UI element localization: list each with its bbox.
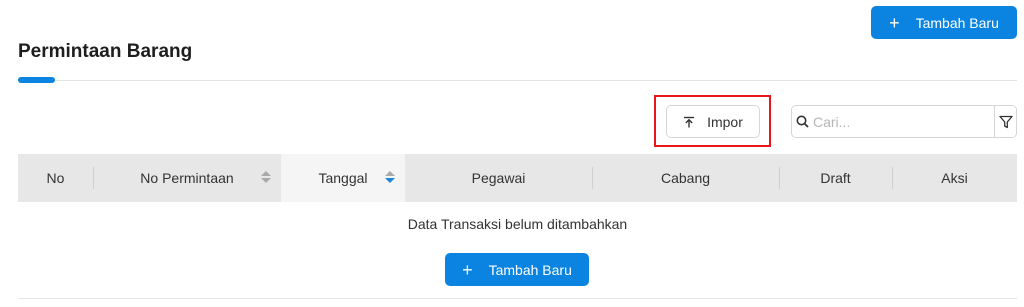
- column-separator: [779, 167, 780, 189]
- search-box: [791, 105, 1017, 138]
- sort-icon: [261, 171, 271, 183]
- column-label: No: [46, 170, 65, 186]
- empty-state-message: Data Transaksi belum ditambahkan: [407, 216, 628, 232]
- filter-icon: [998, 115, 1013, 128]
- import-label: Impor: [707, 113, 743, 130]
- column-header-tanggal[interactable]: Tanggal: [281, 154, 405, 202]
- table-header: No No Permintaan Tanggal Pegawai Cabang …: [18, 154, 1017, 202]
- title-underline: [18, 77, 55, 83]
- column-header-draft: Draft: [779, 154, 892, 202]
- column-label: Tanggal: [318, 170, 368, 186]
- column-label: Pegawai: [471, 170, 526, 186]
- bottom-divider: [18, 298, 1017, 299]
- column-header-pegawai: Pegawai: [405, 154, 592, 202]
- page-title: Permintaan Barang: [18, 41, 193, 62]
- add-new-label: Tambah Baru: [488, 261, 572, 278]
- column-label: Draft: [820, 170, 851, 186]
- column-separator: [892, 167, 893, 189]
- column-header-cabang: Cabang: [592, 154, 779, 202]
- search-icon: [792, 106, 813, 137]
- column-separator: [592, 167, 593, 189]
- import-button[interactable]: Impor: [666, 105, 760, 138]
- empty-add-new-button[interactable]: + Tambah Baru: [445, 253, 589, 286]
- column-label: Cabang: [660, 170, 711, 186]
- column-header-no-permintaan[interactable]: No Permintaan: [93, 154, 281, 202]
- column-header-aksi: Aksi: [892, 154, 1017, 202]
- column-header-no: No: [18, 154, 93, 202]
- add-new-label: Tambah Baru: [915, 14, 999, 31]
- column-label: Aksi: [941, 170, 968, 186]
- sort-desc-icon: [385, 171, 395, 183]
- plus-icon: +: [889, 12, 900, 33]
- filter-button[interactable]: [994, 106, 1016, 137]
- add-new-button[interactable]: + Tambah Baru: [871, 6, 1017, 39]
- title-divider: [18, 80, 1017, 81]
- column-separator: [93, 167, 94, 189]
- search-input[interactable]: [813, 106, 994, 137]
- data-table: No No Permintaan Tanggal Pegawai Cabang …: [18, 154, 1017, 202]
- upload-icon: [684, 116, 695, 127]
- page: + Tambah Baru Permintaan Barang Impor Ca…: [0, 0, 1024, 307]
- plus-icon: +: [462, 259, 473, 280]
- column-label: No Permintaan: [140, 170, 234, 186]
